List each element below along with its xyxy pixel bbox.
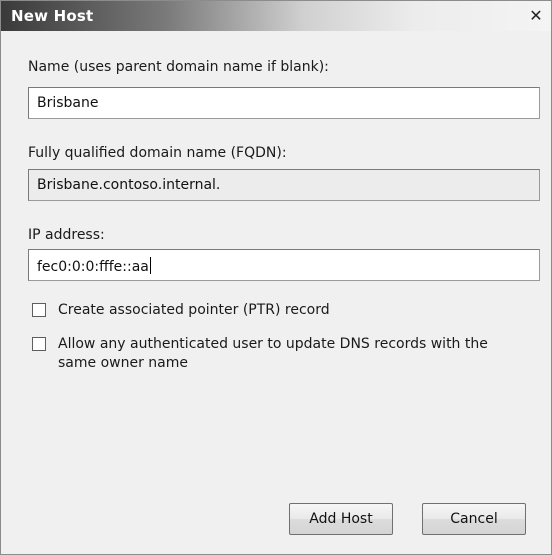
name-input-value: Brisbane	[37, 95, 99, 111]
ip-address-input[interactable]: fec0:0:0:fffe::aa	[28, 249, 540, 281]
ip-address-label: IP address:	[28, 227, 105, 243]
fqdn-label: Fully qualified domain name (FQDN):	[28, 145, 287, 161]
dialog-title: New Host	[11, 7, 94, 25]
ptr-record-checkbox[interactable]	[32, 303, 46, 317]
fqdn-field: Brisbane.contoso.internal.	[28, 169, 540, 201]
add-host-button[interactable]: Add Host	[289, 503, 393, 535]
ptr-record-option[interactable]: Create associated pointer (PTR) record	[32, 301, 528, 320]
new-host-dialog: New Host ✕ Name (uses parent domain name…	[0, 0, 552, 555]
allow-authenticated-update-option[interactable]: Allow any authenticated user to update D…	[32, 335, 528, 373]
text-caret	[149, 257, 151, 274]
cancel-button[interactable]: Cancel	[422, 503, 526, 535]
name-label: Name (uses parent domain name if blank):	[28, 59, 329, 75]
allow-authenticated-update-label[interactable]: Allow any authenticated user to update D…	[58, 335, 528, 373]
allow-authenticated-update-checkbox[interactable]	[32, 337, 46, 351]
name-input[interactable]: Brisbane	[28, 87, 540, 119]
title-bar: New Host ✕	[1, 1, 551, 31]
fqdn-value: Brisbane.contoso.internal.	[37, 177, 221, 193]
close-icon[interactable]: ✕	[527, 7, 545, 25]
ip-address-value: fec0:0:0:fffe::aa	[37, 259, 149, 275]
ptr-record-label[interactable]: Create associated pointer (PTR) record	[58, 301, 528, 320]
